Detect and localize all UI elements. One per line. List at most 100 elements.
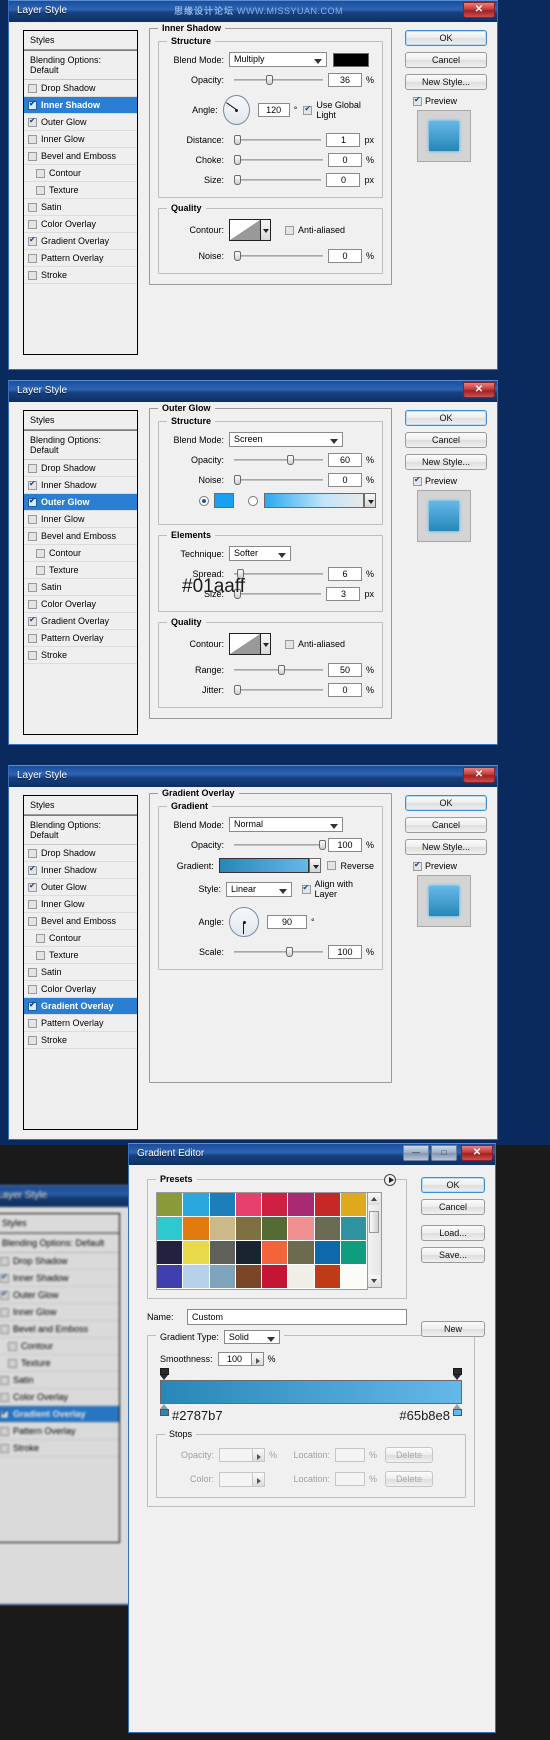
color-stop-right[interactable] [453,1404,462,1416]
new-style-button[interactable]: New Style... [405,454,487,470]
sidebar-item-stroke[interactable]: Stroke [24,267,137,284]
sidebar-item-stroke[interactable]: Stroke [24,1032,137,1049]
chevron-down-icon[interactable] [364,493,376,508]
angle-dial[interactable] [229,907,259,937]
gradient-preset-swatch[interactable] [209,1193,236,1217]
checkbox-icon[interactable] [303,104,313,115]
checkbox-icon[interactable] [36,950,45,960]
sidebar-item-contour[interactable]: Contour [24,930,137,947]
new-style-button[interactable]: New Style... [405,839,487,855]
checkbox-icon[interactable] [413,860,422,871]
checkbox-icon[interactable] [28,599,37,609]
gradient-type-select[interactable]: Solid [223,1330,280,1344]
checkbox-icon[interactable] [28,479,37,490]
load-button[interactable]: Load... [421,1225,485,1241]
stop-location-input-2[interactable] [335,1472,365,1486]
jitter-slider[interactable] [234,684,323,696]
sidebar-item-pattern-overlay[interactable]: Pattern Overlay [24,250,137,267]
checkbox-icon[interactable] [28,202,37,212]
blend-mode-select[interactable]: Normal [229,817,343,832]
gradient-preset-swatch[interactable] [157,1217,184,1241]
range-value[interactable]: 50 [327,663,362,677]
gradient-preset-swatch[interactable] [262,1265,289,1289]
gradient-preset-swatch[interactable] [262,1193,289,1217]
new-style-button[interactable]: New Style... [405,74,487,90]
close-icon[interactable]: ✕ [463,2,495,18]
sidebar-item-inner-glow[interactable]: Inner Glow [24,896,137,913]
size-slider[interactable] [234,588,322,600]
blend-mode-select[interactable]: Multiply [229,52,327,67]
sidebar-item-drop-shadow[interactable]: Drop Shadow [24,460,137,477]
stop-opacity-input[interactable] [219,1448,253,1462]
size-slider[interactable] [234,174,322,186]
range-slider[interactable] [234,664,323,676]
opacity-value[interactable]: 100 [327,838,362,852]
angle-value[interactable]: 120 [257,103,290,117]
contour-preview[interactable] [229,219,261,241]
gradient-preset-swatch[interactable] [314,1241,341,1265]
sidebar-item-pattern-overlay[interactable]: Pattern Overlay [24,630,137,647]
use-global-light-row[interactable]: Use Global Light [303,100,374,120]
blend-mode-select[interactable]: Screen [229,432,343,447]
sidebar-item-contour[interactable]: Contour [24,165,137,182]
gradient-preset-swatch[interactable] [183,1265,210,1289]
blending-options-row[interactable]: Blending Options: Default [24,50,137,80]
opacity-slider[interactable] [234,74,323,86]
checkbox-icon[interactable] [28,83,37,93]
gradient-preset-swatch[interactable] [314,1217,341,1241]
sidebar-item-outer-glow[interactable]: Outer Glow [24,879,137,896]
ok-button[interactable]: OK [421,1177,485,1193]
opacity-value[interactable]: 60 [327,453,362,467]
checkbox-icon[interactable] [36,565,45,575]
checkbox-icon[interactable] [413,475,422,486]
cancel-button[interactable]: Cancel [405,52,487,68]
checkbox-icon[interactable] [28,1000,37,1011]
gradient-preset-swatch[interactable] [340,1265,367,1289]
checkbox-icon[interactable] [28,270,37,280]
anti-aliased-row[interactable]: Anti-aliased [285,639,345,649]
sidebar-item-contour[interactable]: Contour [24,545,137,562]
checkbox-icon[interactable] [28,253,37,263]
gradient-preset-swatch[interactable] [314,1193,341,1217]
chevron-down-icon[interactable] [261,633,271,655]
size-value[interactable]: 3 [326,587,361,601]
checkbox-icon[interactable] [28,219,37,229]
gradient-preset-swatch[interactable] [183,1193,210,1217]
gradient-preset-swatch[interactable] [209,1241,236,1265]
sidebar-item-bevel-and-emboss[interactable]: Bevel and Emboss [24,148,137,165]
gradient-preset-swatch[interactable] [157,1241,184,1265]
checkbox-icon[interactable] [327,861,337,870]
technique-select[interactable]: Softer [229,546,291,561]
checkbox-icon[interactable] [28,881,37,892]
style-select[interactable]: Linear [225,881,292,897]
distance-value[interactable]: 1 [326,133,361,147]
opacity-slider[interactable] [234,839,327,851]
checkbox-icon[interactable] [36,933,45,943]
angle-value[interactable]: 90 [267,915,307,929]
checkbox-icon[interactable] [28,116,37,127]
glow-gradient-bar[interactable] [264,493,376,508]
ok-button[interactable]: OK [405,30,487,46]
sidebar-item-inner-glow[interactable]: Inner Glow [24,131,137,148]
scrollbar-thumb[interactable] [369,1211,379,1233]
sidebar-item-texture[interactable]: Texture [24,562,137,579]
gradient-preset-swatch[interactable] [288,1193,315,1217]
gradient-preset-swatch[interactable] [157,1265,184,1289]
sidebar-item-inner-glow[interactable]: Inner Glow [24,511,137,528]
stop-color-picker-icon[interactable] [253,1471,265,1487]
sidebar-item-bevel-and-emboss[interactable]: Bevel and Emboss [24,528,137,545]
checkbox-icon[interactable] [28,899,37,909]
scroll-down-icon[interactable] [368,1275,380,1287]
sidebar-item-gradient-overlay[interactable]: Gradient Overlay [24,998,137,1015]
delete-opacity-stop-button[interactable]: Delete [385,1447,434,1463]
distance-slider[interactable] [234,134,322,146]
gradient-preset-swatch[interactable] [262,1241,289,1265]
stop-opacity-stepper[interactable] [253,1448,265,1462]
sidebar-item-drop-shadow[interactable]: Drop Shadow [24,845,137,862]
size-value[interactable]: 0 [326,173,361,187]
checkbox-icon[interactable] [36,168,45,178]
sidebar-item-gradient-overlay[interactable]: Gradient Overlay [24,613,137,630]
checkbox-icon[interactable] [36,185,45,195]
checkbox-icon[interactable] [28,967,37,977]
sidebar-item-stroke[interactable]: Stroke [24,647,137,664]
